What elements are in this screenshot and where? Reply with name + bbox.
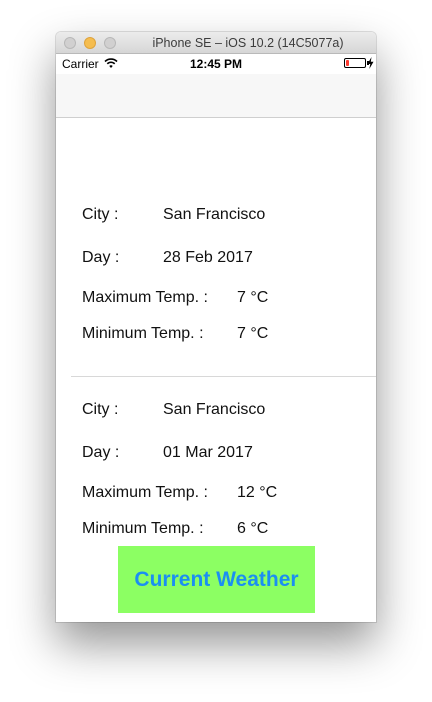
minimize-window-button[interactable] — [84, 37, 96, 49]
max-temp-value: 7 °C — [237, 289, 269, 306]
window-title: iPhone SE – iOS 10.2 (14C5077a) — [152, 36, 344, 50]
min-temp-label: Minimum Temp. : — [82, 520, 204, 537]
day-value: 28 Feb 2017 — [163, 249, 253, 266]
navigation-bar — [56, 74, 376, 118]
min-temp-value: 6 °C — [237, 520, 269, 537]
battery-level — [346, 60, 349, 66]
zoom-window-button[interactable] — [104, 37, 116, 49]
city-value: San Francisco — [163, 206, 266, 223]
city-label: City : — [82, 206, 119, 223]
current-weather-button[interactable]: Current Weather — [118, 546, 315, 613]
charging-icon — [367, 57, 374, 69]
window-titlebar: iPhone SE – iOS 10.2 (14C5077a) — [56, 32, 376, 54]
day-label: Day : — [82, 249, 120, 266]
screen: iPhone SE – iOS 10.2 (14C5077a) Carrier … — [0, 0, 432, 702]
city-value: San Francisco — [163, 401, 266, 418]
row-divider — [71, 376, 376, 377]
min-temp-label: Minimum Temp. : — [82, 325, 204, 342]
close-window-button[interactable] — [64, 37, 76, 49]
max-temp-label: Maximum Temp. : — [82, 484, 208, 501]
city-label: City : — [82, 401, 119, 418]
day-value: 01 Mar 2017 — [163, 444, 253, 461]
device-screen: Carrier 12:45 PM City : San Francisco Da… — [56, 54, 376, 622]
min-temp-value: 7 °C — [237, 325, 269, 342]
simulator-window: iPhone SE – iOS 10.2 (14C5077a) Carrier … — [56, 32, 376, 622]
status-bar: Carrier 12:45 PM — [56, 54, 376, 74]
max-temp-label: Maximum Temp. : — [82, 289, 208, 306]
status-time: 12:45 PM — [189, 57, 243, 71]
battery-icon — [344, 58, 366, 68]
max-temp-value: 12 °C — [237, 484, 278, 501]
day-label: Day : — [82, 444, 120, 461]
